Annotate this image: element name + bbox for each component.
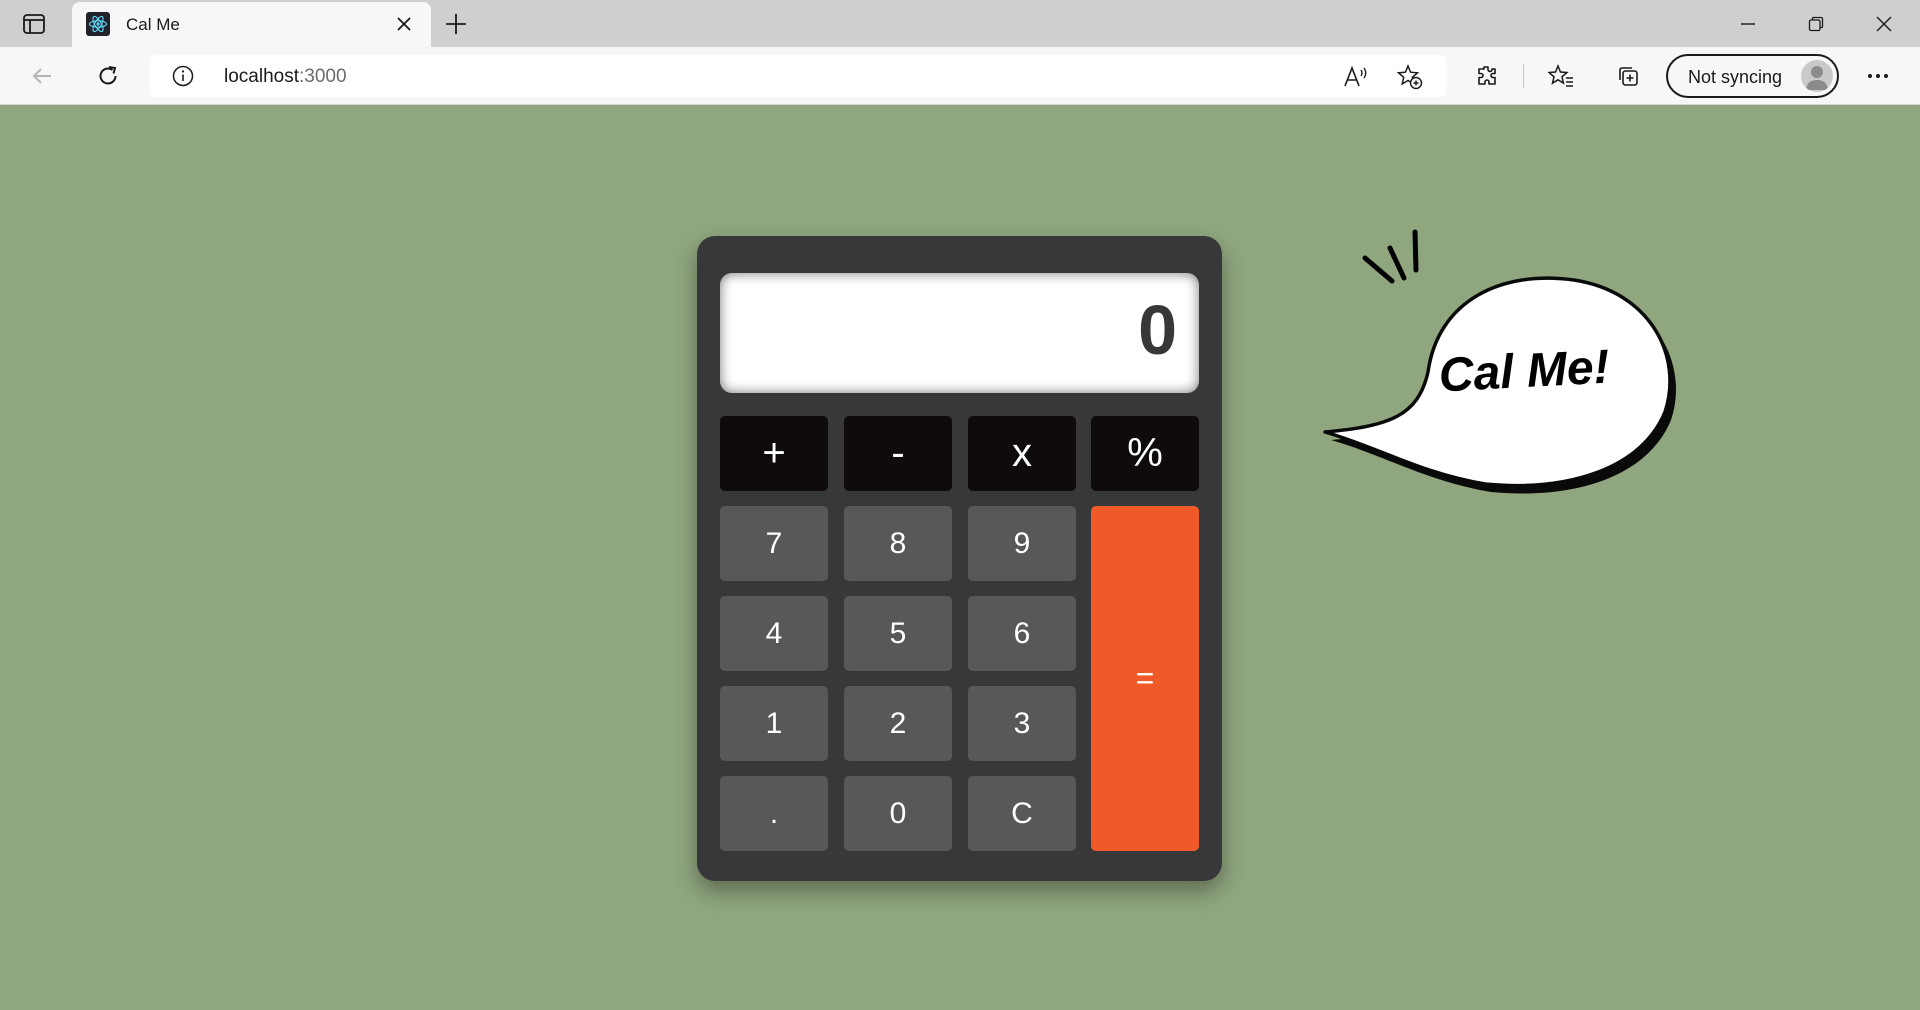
display-value: 0	[1138, 291, 1177, 369]
avatar-icon	[1801, 60, 1833, 92]
equals-button[interactable]: =	[1091, 506, 1199, 851]
react-logo-icon	[86, 12, 110, 36]
digit-4-button[interactable]: 4	[720, 596, 828, 671]
decimal-button[interactable]: .	[720, 776, 828, 851]
more-options-icon[interactable]	[1860, 58, 1896, 94]
sync-label: Not syncing	[1688, 67, 1783, 87]
profile-sync-button[interactable]: Not syncing	[1666, 54, 1839, 98]
calculator-display: 0	[720, 273, 1199, 393]
calculator: 0 + - x % 7 8 9 4 5 6 1 2 3 . 0 C =	[697, 236, 1222, 881]
url-text: localhost:3000	[224, 66, 347, 88]
add-button[interactable]: +	[720, 416, 828, 491]
add-favorite-icon[interactable]	[1396, 63, 1424, 91]
toolbar-divider	[1523, 64, 1524, 88]
close-window-icon[interactable]	[1850, 0, 1918, 47]
digit-0-button[interactable]: 0	[844, 776, 952, 851]
close-tab-icon[interactable]	[391, 11, 417, 37]
url-host: localhost	[224, 66, 299, 87]
browser-tab[interactable]: Cal Me	[72, 2, 431, 47]
tab-bar: Cal Me	[0, 0, 1920, 47]
browser-toolbar: localhost:3000 Not syncing	[0, 47, 1920, 105]
digit-9-button[interactable]: 9	[968, 506, 1076, 581]
extensions-icon[interactable]	[1469, 58, 1505, 94]
clear-button[interactable]: C	[968, 776, 1076, 851]
digit-2-button[interactable]: 2	[844, 686, 952, 761]
bubble-text: Cal Me!	[1438, 341, 1611, 403]
read-aloud-icon[interactable]	[1342, 63, 1370, 91]
minimize-icon[interactable]	[1714, 0, 1782, 47]
address-bar[interactable]: localhost:3000	[150, 55, 1446, 97]
burst-lines	[1362, 229, 1419, 284]
digit-7-button[interactable]: 7	[720, 506, 828, 581]
digit-5-button[interactable]: 5	[844, 596, 952, 671]
multiply-button[interactable]: x	[968, 416, 1076, 491]
digit-8-button[interactable]: 8	[844, 506, 952, 581]
site-info-icon[interactable]	[172, 65, 194, 87]
speech-bubble: Cal Me!	[1323, 229, 1676, 494]
tab-actions-icon[interactable]	[18, 10, 50, 38]
favorites-icon[interactable]	[1543, 58, 1579, 94]
url-port: :3000	[299, 66, 347, 87]
percent-button[interactable]: %	[1091, 416, 1199, 491]
subtract-button[interactable]: -	[844, 416, 952, 491]
collections-icon[interactable]	[1610, 58, 1646, 94]
digit-6-button[interactable]: 6	[968, 596, 1076, 671]
refresh-icon[interactable]	[90, 58, 126, 94]
restore-icon[interactable]	[1782, 0, 1850, 47]
digit-1-button[interactable]: 1	[720, 686, 828, 761]
tab-title: Cal Me	[126, 15, 180, 34]
new-tab-icon[interactable]	[440, 8, 472, 40]
digit-3-button[interactable]: 3	[968, 686, 1076, 761]
back-arrow-icon[interactable]	[24, 58, 60, 94]
